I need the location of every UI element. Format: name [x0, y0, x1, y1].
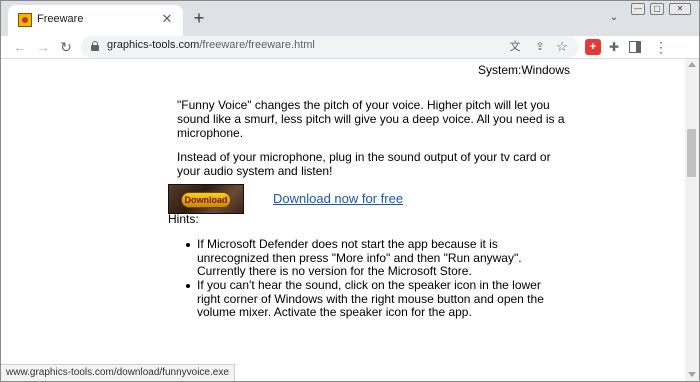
tab-close-icon[interactable]: ✕ — [159, 11, 175, 27]
extensions-puzzle-icon[interactable]: ✚ — [606, 39, 622, 55]
download-pill-label: Download — [181, 192, 231, 208]
forward-icon[interactable]: → — [34, 38, 52, 56]
instructions-paragraph: Instead of your microphone, plug in the … — [177, 150, 551, 178]
extension-red-icon[interactable]: + — [585, 39, 601, 55]
address-bar[interactable]: graphics-tools.com/freeware/freeware.htm… — [81, 36, 579, 58]
lock-icon[interactable] — [91, 41, 99, 51]
hint-item: If Microsoft Defender does not start the… — [186, 237, 567, 279]
download-image-button[interactable]: Download — [168, 184, 244, 214]
scroll-down-arrow-icon[interactable] — [688, 372, 696, 377]
link-status-bubble: www.graphics-tools.com/download/funnyvoi… — [1, 364, 235, 381]
restore-button[interactable]: ▢ — [650, 3, 664, 15]
back-icon[interactable]: ← — [11, 38, 29, 56]
bookmark-star-icon[interactable]: ☆ — [554, 39, 570, 55]
scroll-up-arrow-icon[interactable] — [688, 62, 696, 67]
page-content: System:Windows "Funny Voice" changes the… — [1, 59, 685, 381]
reload-icon[interactable]: ↻ — [57, 38, 75, 56]
share-icon[interactable]: ⇪ — [532, 39, 548, 55]
tab-freeware[interactable]: Freeware ✕ — [8, 5, 183, 36]
hints-heading: Hints: — [168, 212, 199, 226]
tab-search-chevron-icon[interactable]: ⌄ — [607, 12, 621, 26]
vertical-scrollbar[interactable] — [685, 59, 699, 381]
browser-window: Freeware ✕ + ⌄ — ▢ ✕ ← → ↻ graphics-tool… — [0, 0, 700, 382]
description-paragraph: "Funny Voice" changes the pitch of your … — [177, 98, 565, 140]
url-path: /freeware/freeware.html — [199, 39, 315, 51]
system-requirement: System:Windows — [478, 63, 571, 77]
browser-toolbar: ← → ↻ graphics-tools.com/freeware/freewa… — [1, 36, 699, 58]
url-host: graphics-tools.com — [107, 39, 200, 51]
side-panel-icon[interactable] — [629, 41, 641, 53]
scroll-thumb[interactable] — [687, 129, 696, 177]
tab-strip: Freeware ✕ + ⌄ — ▢ ✕ — [1, 1, 699, 36]
browser-menu-icon[interactable]: ⋮ — [653, 39, 669, 55]
new-tab-button[interactable]: + — [190, 9, 208, 27]
tab-title: Freeware — [37, 13, 84, 25]
close-window-button[interactable]: ✕ — [669, 3, 691, 15]
minimize-button[interactable]: — — [631, 3, 645, 15]
site-favicon-icon — [18, 13, 32, 27]
hint-item: If you can't hear the sound, click on th… — [186, 278, 567, 320]
address-url[interactable]: graphics-tools.com/freeware/freeware.htm… — [107, 39, 315, 51]
translate-icon[interactable]: 文 — [507, 39, 523, 55]
download-now-link[interactable]: Download now for free — [273, 191, 403, 206]
